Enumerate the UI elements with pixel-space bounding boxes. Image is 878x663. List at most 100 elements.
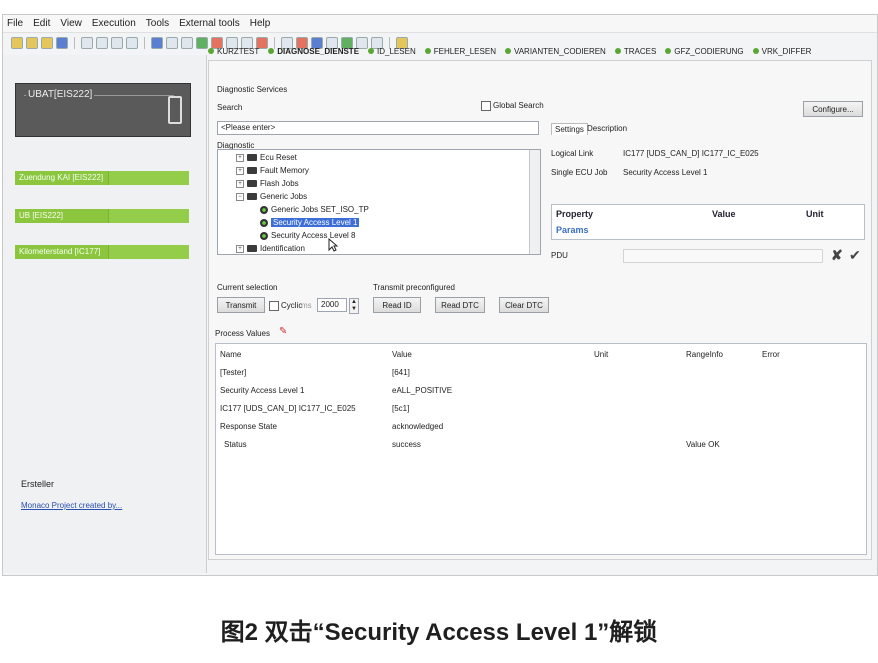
menu-help[interactable]: Help — [250, 18, 271, 29]
single-ecu-value: Security Access Level 1 — [623, 168, 708, 177]
cut-icon[interactable] — [81, 37, 93, 49]
spin-button[interactable]: ▲ ▼ — [349, 298, 359, 314]
diagnostic-tree: + Ecu Reset + Fault Memory + Flash Jobs − Ge… — [217, 149, 541, 255]
tab-fehler-lesen[interactable]: FEHLER_LESEN — [424, 46, 496, 56]
folder-icon — [247, 245, 257, 252]
logical-link-label: Logical Link — [551, 149, 594, 158]
pdu-input[interactable] — [623, 249, 823, 263]
read-id-button[interactable]: Read ID — [373, 297, 421, 313]
menu-execution[interactable]: Execution — [92, 18, 136, 29]
confirm-icon[interactable]: ✔ — [849, 247, 861, 264]
tree-label-selected: Security Access Level 1 — [271, 218, 360, 227]
tab-kurztest[interactable]: KURZTEST — [208, 47, 259, 56]
menu-view[interactable]: View — [60, 18, 82, 29]
status-bar-label: Zuendung KAI [EIS222] — [19, 173, 104, 182]
status-dot-icon — [665, 48, 672, 54]
row-value: [5c1] — [392, 404, 410, 413]
folder-icon — [247, 193, 257, 200]
tab-varianten-codieren[interactable]: VARIANTEN_CODIEREN — [504, 46, 606, 56]
cyclic-label: Cyclic — [281, 301, 303, 311]
tab-label: VARIANTEN_CODIEREN — [513, 46, 606, 56]
discard-icon[interactable]: ✘ — [831, 247, 843, 264]
tree-item-ecu-reset[interactable]: + Ecu Reset — [236, 153, 297, 162]
row-value: [641] — [392, 368, 410, 377]
tab-diagnose-dienste[interactable]: DIAGNOSE_DIENSTE — [268, 47, 359, 56]
creator-link[interactable]: Monaco Project created by... — [21, 501, 122, 510]
expand-icon[interactable]: + — [236, 179, 244, 188]
cyclic-checkbox[interactable]: Cyclic — [269, 301, 302, 311]
tree-item-generic-jobs[interactable]: − Generic Jobs — [236, 192, 307, 201]
column-header-value: Value — [392, 350, 412, 359]
configure-button[interactable]: Configure... — [803, 101, 863, 117]
tree-item-set-iso-tp[interactable]: Generic Jobs SET_ISO_TP — [260, 205, 369, 214]
tab-traces[interactable]: TRACES — [614, 47, 656, 56]
read-dtc-button[interactable]: Read DTC — [435, 297, 485, 313]
expand-icon[interactable]: + — [236, 244, 244, 253]
row-name: Status — [224, 440, 247, 449]
folder-icon — [247, 180, 257, 187]
current-selection-title: Current selection — [217, 283, 278, 292]
status-bar-indicator — [108, 245, 189, 259]
tree-item-security-access-level-8[interactable]: Security Access Level 8 — [260, 231, 355, 240]
ubat-gauge: UBAT[EIS222] — [15, 83, 191, 137]
tab-gfz-codierung[interactable]: GFZ_CODIERUNG — [665, 47, 744, 56]
save-icon[interactable] — [56, 37, 68, 49]
tree-scrollbar[interactable] — [529, 150, 540, 254]
new-file-icon[interactable] — [11, 37, 23, 49]
menu-tools[interactable]: Tools — [146, 18, 169, 29]
expand-icon[interactable]: + — [236, 166, 244, 175]
column-header-name: Name — [220, 350, 242, 359]
connect-icon[interactable] — [196, 37, 208, 49]
expand-icon[interactable]: + — [236, 153, 244, 162]
unit-header: Unit — [806, 209, 824, 219]
search-input[interactable]: <Please enter> — [217, 121, 539, 135]
status-bar-indicator — [108, 171, 189, 185]
collapse-icon[interactable]: − — [236, 192, 244, 201]
layout-icon[interactable] — [151, 37, 163, 49]
transmit-button[interactable]: Transmit — [217, 297, 265, 313]
folder-icon — [247, 167, 257, 174]
tab-label: VRK_DIFFER — [761, 46, 812, 56]
open-folder-icon[interactable] — [41, 37, 53, 49]
tree-item-flash-jobs[interactable]: + Flash Jobs — [236, 179, 299, 188]
clear-values-icon[interactable]: ✎ — [279, 326, 287, 337]
tab-settings[interactable]: Settings — [551, 123, 588, 135]
clear-dtc-button[interactable]: Clear DTC — [499, 297, 549, 313]
menu-external-tools[interactable]: External tools — [179, 18, 240, 29]
menu-file[interactable]: File — [7, 18, 23, 29]
tree-item-identification[interactable]: + Identification — [236, 244, 305, 253]
copy-icon[interactable] — [96, 37, 108, 49]
cycle-time-input[interactable]: 2000 — [317, 298, 347, 312]
checkbox-box — [269, 301, 279, 311]
tab-label: KURZTEST — [217, 46, 260, 56]
global-search-checkbox[interactable]: Global Search — [481, 101, 544, 111]
tab-bar: KURZTEST DIAGNOSE_DIENSTE ID_LESEN FEHLE… — [208, 44, 868, 58]
menu-bar: File Edit View Execution Tools External … — [3, 15, 877, 33]
ubat-digit-display — [168, 96, 182, 124]
row-name: Security Access Level 1 — [220, 386, 305, 395]
status-bar-label: UB [EIS222] — [19, 211, 64, 220]
tab-label: FEHLER_LESEN — [433, 46, 496, 56]
job-icon — [260, 218, 268, 227]
left-panel: UBAT[EIS222] Zuendung KAI [EIS222] UB [E… — [3, 55, 207, 573]
window-icon[interactable] — [181, 37, 193, 49]
open-file-icon[interactable] — [26, 37, 38, 49]
tab-vrk-differ[interactable]: VRK_DIFFER — [752, 46, 812, 56]
params-row[interactable]: Params — [556, 225, 589, 235]
delete-icon[interactable] — [126, 37, 138, 49]
tree-item-security-access-level-1[interactable]: Security Access Level 1 — [260, 218, 360, 227]
row-value: success — [392, 440, 421, 449]
search-label: Search — [217, 103, 243, 112]
tree-label: Generic Jobs SET_ISO_TP — [271, 205, 369, 214]
tree-item-fault-memory[interactable]: + Fault Memory — [236, 166, 309, 175]
status-dot-icon — [752, 48, 759, 54]
menu-edit[interactable]: Edit — [33, 18, 50, 29]
panel-icon[interactable] — [166, 37, 178, 49]
paste-icon[interactable] — [111, 37, 123, 49]
global-search-label: Global Search — [493, 101, 544, 111]
tab-id-lesen[interactable]: ID_LESEN — [368, 47, 416, 56]
tab-description[interactable]: Description — [587, 124, 627, 133]
tree-label: Flash Jobs — [260, 179, 299, 188]
value-header: Value — [712, 209, 736, 219]
ms-label: ms — [301, 301, 312, 310]
